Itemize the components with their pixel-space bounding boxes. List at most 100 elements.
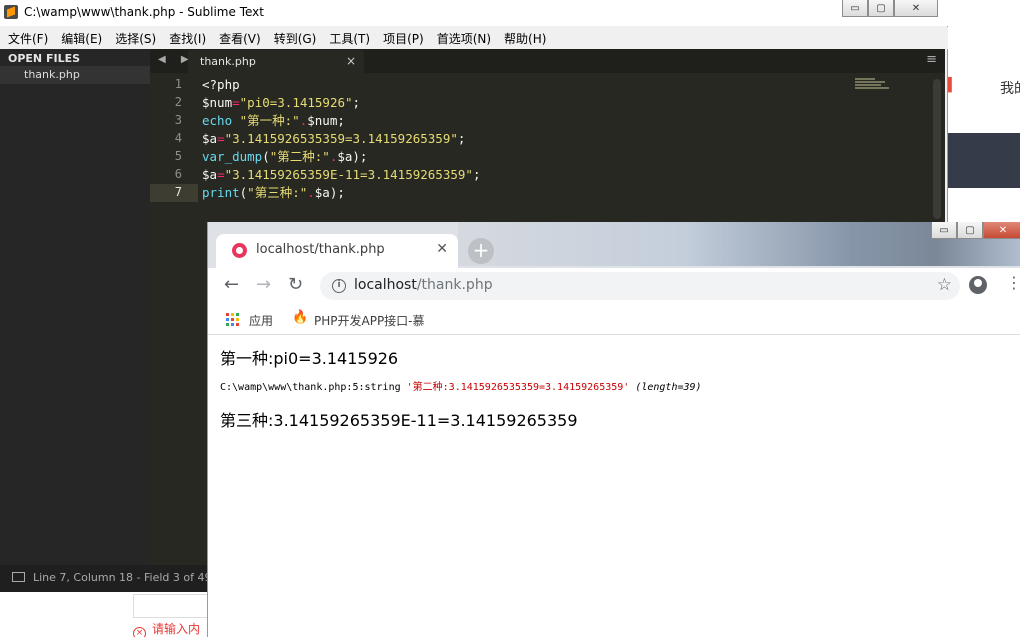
sidebar-header: OPEN FILES: [8, 52, 81, 65]
bookmark-php-app-api[interactable]: PHP开发APP接口-慕: [314, 312, 425, 329]
code-token: "3.1415926535359=3.14159265359": [224, 131, 458, 146]
line-number: 4: [174, 131, 182, 145]
line-number: 3: [174, 113, 182, 127]
new-tab-button[interactable]: +: [468, 238, 494, 264]
minimize-button[interactable]: ▭: [931, 222, 957, 239]
apps-grid-icon[interactable]: [226, 313, 239, 326]
address-url: localhost/thank.php: [354, 277, 493, 293]
code-token: =: [217, 167, 225, 182]
code-line-5: var_dump("第二种:".$a);: [202, 148, 480, 166]
error-text: 请输入内: [152, 622, 201, 636]
code-line-4: $a="3.1415926535359=3.14159265359";: [202, 130, 480, 148]
maximize-button[interactable]: ▢: [957, 222, 983, 239]
tab-close-icon[interactable]: ×: [346, 54, 356, 68]
favicon-icon: [232, 243, 247, 258]
code-line-6: $a="3.14159265359E-11=3.14159265359";: [202, 166, 480, 184]
cursor-position-status: Line 7, Column 18 - Field 3 of 49: [33, 571, 212, 584]
menu-tools[interactable]: 工具(T): [329, 30, 370, 47]
editor-scrollbar[interactable]: [933, 79, 941, 219]
line-number: 1: [174, 77, 182, 91]
code-token: $a: [202, 167, 218, 182]
code-token: "第二种:": [269, 149, 330, 164]
code-token: =: [232, 95, 240, 110]
code-line-2: $num="pi0=3.1415926";: [202, 94, 480, 112]
url-path: /thank.php: [416, 277, 493, 293]
menu-selection[interactable]: 选择(S): [115, 30, 156, 47]
code-token: ;: [472, 167, 481, 182]
menu-goto[interactable]: 转到(G): [274, 30, 317, 47]
chrome-window: localhost/thank.php ✕ + ▭ ▢ ✕ ← → ↻ i lo…: [207, 222, 1020, 637]
reload-icon[interactable]: ↻: [288, 274, 303, 295]
sidebar-item-thank-php[interactable]: thank.php: [0, 66, 150, 84]
panel-toggle-icon[interactable]: [12, 572, 25, 582]
code-line-7: print("第三种:".$a);: [202, 184, 480, 202]
line-number: 2: [174, 95, 182, 109]
code-token: var_dump: [202, 149, 263, 164]
apps-grid-dot: [236, 313, 239, 316]
sublime-window-controls: ▭ ▢ ✕: [842, 0, 938, 18]
minimap[interactable]: [855, 78, 889, 92]
forward-arrow-icon[interactable]: →: [256, 274, 271, 295]
menu-preferences[interactable]: 首选项(N): [437, 30, 491, 47]
sublime-titlebar[interactable]: C:\wamp\www\thank.php - Sublime Text ▭ ▢…: [0, 0, 948, 26]
bookmarks-bar: 应用 🔥 PHP开发APP接口-慕: [208, 304, 1020, 335]
site-info-icon[interactable]: i: [332, 279, 346, 293]
close-button[interactable]: ✕: [983, 222, 1020, 239]
sidebar-item-label: thank.php: [24, 68, 80, 81]
var-dump-location: C:\wamp\www\thank.php:5:string: [220, 382, 407, 393]
output-var-dump-line: C:\wamp\www\thank.php:5:string '第二种:3.14…: [220, 378, 702, 393]
desktop: ▍ 我的 × 请输入内 C:\wamp\www\thank.php - Subli…: [0, 0, 1020, 637]
chrome-menu-icon[interactable]: ⋮: [1006, 275, 1020, 291]
code-token: $num: [202, 95, 233, 110]
line-number: 5: [174, 149, 182, 163]
menu-edit[interactable]: 编辑(E): [61, 30, 102, 47]
background-error-message: × 请输入内: [133, 620, 200, 637]
sublime-menubar: 文件(F) 编辑(E) 选择(S) 查找(I) 查看(V) 转到(G) 工具(T…: [0, 27, 948, 49]
bookmark-apps[interactable]: 应用: [249, 312, 273, 329]
menu-project[interactable]: 项目(P): [383, 30, 424, 47]
code-token: (: [262, 149, 270, 164]
code-token: "第三种:": [247, 185, 308, 200]
var-dump-length: (length=39): [629, 382, 702, 393]
code-content[interactable]: <?php $num="pi0=3.1415926"; echo "第一种:".$n…: [202, 76, 480, 202]
background-banner: [948, 133, 1020, 188]
background-input-field[interactable]: [133, 594, 209, 618]
address-bar[interactable]: i localhost/thank.php ☆: [320, 272, 960, 300]
apps-grid-dot: [226, 318, 229, 321]
bookmark-star-icon[interactable]: ☆: [937, 275, 952, 295]
apps-grid-dot: [236, 318, 239, 321]
tab-thank-php[interactable]: thank.php ×: [188, 50, 364, 73]
code-token: $a: [202, 131, 218, 146]
output-echo-line: 第一种:pi0=3.1415926: [220, 349, 399, 368]
menu-file[interactable]: 文件(F): [8, 30, 48, 47]
menu-view[interactable]: 查看(V): [219, 30, 261, 47]
tab-bar: ◀ ▶ thank.php × ≡: [150, 49, 945, 73]
tab-label: thank.php: [200, 55, 256, 68]
code-token: ;: [457, 131, 466, 146]
fire-icon: 🔥: [292, 310, 309, 325]
line-number-gutter: 1 2 3 4 5 6 7: [150, 73, 196, 565]
tab-menu-icon[interactable]: ≡: [926, 52, 937, 67]
apps-grid-dot: [226, 313, 229, 316]
code-token: $num;: [307, 113, 345, 128]
menu-help[interactable]: 帮助(H): [504, 30, 546, 47]
code-token: =: [217, 131, 225, 146]
tab-close-icon[interactable]: ✕: [436, 241, 448, 257]
account-avatar-icon[interactable]: [969, 276, 987, 294]
sublime-window-title: C:\wamp\www\thank.php - Sublime Text: [24, 5, 264, 19]
browser-tab[interactable]: localhost/thank.php ✕: [216, 234, 458, 268]
menu-find[interactable]: 查找(I): [169, 30, 206, 47]
page-content: 第一种:pi0=3.1415926 C:\wamp\www\thank.php:…: [208, 335, 1020, 637]
maximize-button[interactable]: ▢: [868, 0, 894, 17]
minimize-button[interactable]: ▭: [842, 0, 868, 17]
apps-grid-dot: [231, 318, 234, 321]
sidebar: OPEN FILES thank.php: [0, 49, 150, 592]
background-nav-text[interactable]: 我的: [1000, 78, 1020, 98]
code-token: "第一种:": [232, 113, 300, 128]
apps-grid-dot: [226, 323, 229, 326]
browser-tab-title: localhost/thank.php: [256, 242, 385, 257]
close-button[interactable]: ✕: [894, 0, 938, 17]
apps-grid-dot: [231, 323, 234, 326]
back-arrow-icon[interactable]: ←: [224, 274, 239, 295]
code-token: "pi0=3.1415926": [239, 95, 353, 110]
